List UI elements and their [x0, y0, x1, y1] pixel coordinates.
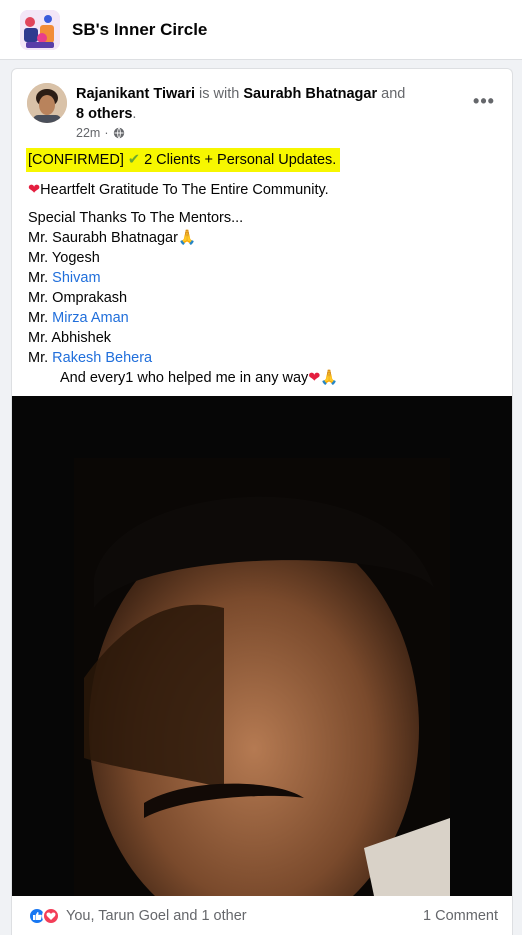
mentor-mention-link[interactable]: Rakesh Behera [52, 350, 152, 366]
gratitude-line: ❤Heartfelt Gratitude To The Entire Commu… [28, 180, 498, 200]
video-thumbnail [74, 458, 450, 896]
headline-text: 2 Clients + Personal Updates. [144, 152, 337, 168]
comment-count[interactable]: 1 Comment [423, 908, 498, 924]
closing-text: And every1 who helped me in any way [60, 370, 309, 386]
globe-icon[interactable] [113, 127, 125, 139]
mentor-mention-link[interactable]: Shivam [52, 270, 100, 286]
mentor-item: Mr. Shivam [28, 268, 498, 288]
post-footer: You, Tarun Goel and 1 other 1 Comment [12, 896, 512, 935]
mentor-prefix: Mr. [28, 230, 49, 246]
mentor-name: Abhishek [51, 330, 112, 346]
period: . [132, 106, 137, 122]
mentor-prefix: Mr. [28, 250, 49, 266]
mentor-item: Mr. Yogesh [28, 248, 498, 268]
mentor-list: Special Thanks To The Mentors... Mr. Sau… [28, 208, 498, 388]
gratitude-text: Heartfelt Gratitude To The Entire Commun… [40, 182, 329, 198]
mentor-prefix: Mr. [28, 290, 49, 306]
group-illustration-icon [20, 9, 60, 50]
author-line: Rajanikant Tiwari is with Saurabh Bhatna… [76, 84, 416, 124]
heart-icon: ❤ [28, 182, 41, 198]
reactors-text[interactable]: You, Tarun Goel and 1 other [66, 908, 423, 924]
post-body: [CONFIRMED] ✔ 2 Clients + Personal Updat… [26, 148, 498, 388]
mentor-prefix: Mr. [28, 350, 49, 366]
group-avatar[interactable] [20, 9, 60, 50]
author-avatar[interactable] [27, 83, 67, 123]
heart-icon: ❤ [308, 370, 321, 386]
thanks-intro: Special Thanks To The Mentors... [28, 210, 244, 226]
mentor-item: Mr. Mirza Aman [28, 308, 498, 328]
mentor-item: Mr. Abhishek [28, 328, 498, 348]
group-header: SB's Inner Circle [0, 0, 522, 60]
mentor-item: Mr. Saurabh Bhatnagar🙏 [28, 228, 498, 248]
mentor-mention-link[interactable]: Mirza Aman [52, 310, 129, 326]
mentor-name: Omprakash [52, 290, 128, 306]
mentor-item: Mr. Rakesh Behera [28, 348, 498, 368]
mentor-item: Mr. Omprakash [28, 288, 498, 308]
author-photo [27, 83, 67, 123]
mentor-name: Saurabh Bhatnagar [52, 230, 178, 246]
headline-prefix: [CONFIRMED] [28, 152, 124, 168]
with-text: is with [199, 86, 240, 102]
post-meta: 22m · [76, 126, 125, 140]
mentor-prefix: Mr. [28, 270, 49, 286]
meta-separator: · [104, 126, 109, 140]
reaction-icons[interactable] [28, 907, 60, 925]
mentor-prefix: Mr. [28, 310, 49, 326]
author-name[interactable]: Rajanikant Tiwari [76, 86, 195, 102]
headline: [CONFIRMED] ✔ 2 Clients + Personal Updat… [26, 148, 341, 172]
pray-icon: 🙏 [177, 230, 196, 246]
post-time[interactable]: 22m [76, 126, 100, 140]
mentor-name: Yogesh [51, 250, 100, 266]
group-name[interactable]: SB's Inner Circle [72, 20, 207, 40]
and-text: and [381, 86, 406, 102]
more-options-button[interactable]: ••• [470, 89, 498, 113]
love-icon [42, 907, 60, 925]
pray-icon: 🙏 [320, 370, 339, 386]
tagged-person[interactable]: Saurabh Bhatnagar [243, 86, 377, 102]
check-icon: ✔ [127, 152, 141, 168]
post-card: Rajanikant Tiwari is with Saurabh Bhatna… [11, 68, 513, 935]
closing-line: And every1 who helped me in any way❤🙏 [28, 368, 498, 388]
mentor-prefix: Mr. [28, 330, 49, 346]
post-video[interactable] [12, 396, 512, 896]
post-header: Rajanikant Tiwari is with Saurabh Bhatna… [12, 69, 512, 141]
tagged-others[interactable]: 8 others [76, 106, 132, 122]
